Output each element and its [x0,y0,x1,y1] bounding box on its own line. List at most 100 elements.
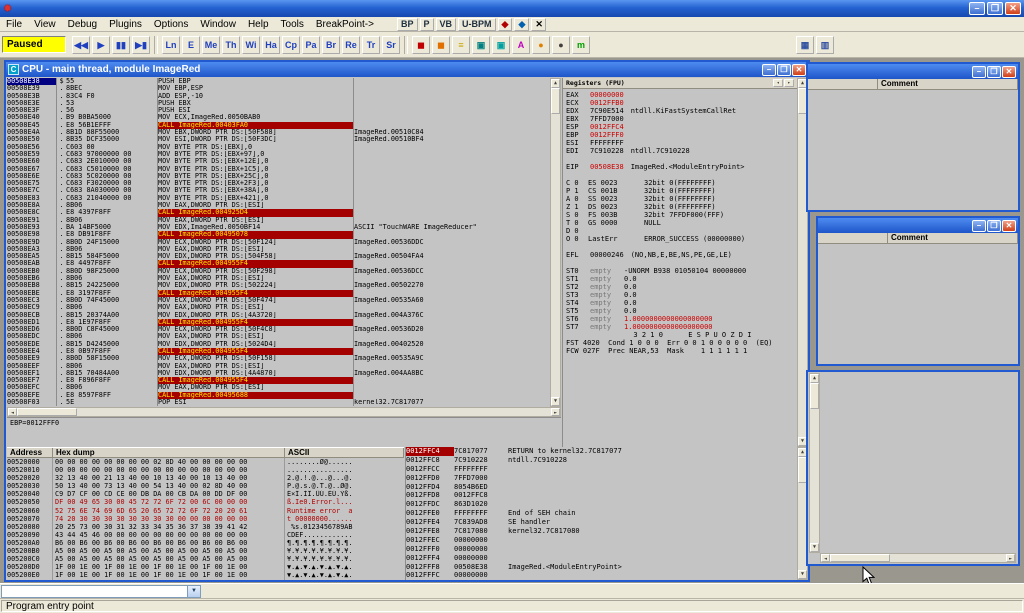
register-row[interactable]: ESP0012FFC4 [566,123,794,131]
tool-2-button[interactable]: ▣ [492,36,510,54]
disasm-row[interactable]: 00508EFE.E8 8597F8FFCALL ImageRed.004956… [7,392,550,399]
dump-row[interactable]: 0052000000 00 00 00 00 00 00 00 02 8D 40… [7,458,404,466]
restart-button[interactable]: ◀◀ [72,36,90,54]
disasm-row[interactable]: 00508E45.E8 56B1EFFFCALL ImageRed.00403F… [7,122,550,129]
windows-button[interactable]: Wi [242,36,260,54]
stack-row[interactable]: 0012FFCCFFFFFFFF [406,465,797,474]
disasm-row[interactable]: 00508E40.B9 B0BA5000MOV ECX,ImageRed.005… [7,114,550,121]
comment-window-2-body[interactable] [818,244,1018,364]
hex-dump-pane[interactable]: 0052000000 00 00 00 00 00 00 00 02 8D 40… [7,458,404,580]
fpu-register-row[interactable]: ST5empty0.0 [566,307,794,315]
disasm-row[interactable]: 00508EAB.E8 4497F8FFCALL ImageRed.004955… [7,260,550,267]
scroll-down-icon[interactable]: ▼ [810,543,819,552]
flag-row[interactable]: S 0FS 003B32bit 7FFDF000(FFF) [566,211,794,219]
title-bar[interactable]: ✹ –❒✕ [0,0,1024,17]
scroll-up-icon[interactable]: ▲ [551,79,560,88]
menu-button-bp[interactable]: BP [397,18,418,31]
disasm-row[interactable]: 00508EF1.8B15 70484A00MOV EDX,DWORD PTR … [7,370,550,377]
stack-row[interactable]: 0012FFF000000000 [406,545,797,554]
minimize-button[interactable]: – [972,220,986,232]
breakpoints-button[interactable]: Br [322,36,340,54]
flag-row[interactable]: Z 1DS 002332bit 0(FFFFFFFF) [566,203,794,211]
register-row[interactable]: ECX0012FFB0 [566,99,794,107]
dump-row[interactable]: 005200B0A5 00 A5 00 A5 00 A5 00 A5 00 A5… [7,547,404,555]
menu-button-p[interactable]: P [420,18,434,31]
disassembly-pane[interactable]: 00508E38$55PUSH EBP00508E39.8BECMOV EBP,… [7,78,550,407]
menu-button-vb[interactable]: VB [436,18,457,31]
patches-button[interactable]: Pa [302,36,320,54]
dump-row[interactable]: 005200F01F 00 1E 00 1F 00 1E 00 1F 00 1E… [7,579,404,580]
flag-row[interactable]: A 0SS 002332bit 0(FFFFFFFF) [566,195,794,203]
register-row[interactable]: ESIFFFFFFFF [566,139,794,147]
disasm-row[interactable]: 00508E8C.E8 4397F8FFCALL ImageRed.004925… [7,209,550,216]
disasm-row[interactable]: 00508E50.8B35 DCF35000MOV ESI,DWORD PTR … [7,136,550,143]
disasm-row[interactable]: 00508F03.5EPOP ESIkernel32.7C817077 [7,399,550,406]
disassembly-horizontal-scrollbar[interactable]: ◄ ► [7,407,561,417]
scroll-up-icon[interactable]: ▲ [810,374,819,383]
dump-row[interactable]: 0052006052 75 6E 74 69 6D 65 20 65 72 72… [7,507,404,515]
scrollbar-thumb[interactable] [551,88,560,114]
disasm-row[interactable]: 00508EBE.E8 3197F8FFCALL ImageRed.004955… [7,290,550,297]
scrollbar-thumb[interactable] [17,408,77,416]
menu-button-u-bpm[interactable]: U-BPM [458,18,496,31]
scroll-left-icon[interactable]: ◄ [821,554,830,562]
disasm-row[interactable]: 00508E9D.8B0D 24F15000MOV ECX,DWORD PTR … [7,239,550,246]
step-into-button[interactable]: ▶▮ [132,36,150,54]
disasm-row[interactable]: 00508E60.C683 2E010000 00MOV BYTE PTR DS… [7,158,550,165]
close-button[interactable]: ✕ [1005,2,1021,15]
minimize-button[interactable]: – [762,64,776,76]
flag-row[interactable]: C 0ES 002332bit 0(FFFFFFFF) [566,179,794,187]
tool-3-button[interactable]: ● [532,36,550,54]
options-button[interactable]: ≡ [452,36,470,54]
disasm-row[interactable]: 00508EA5.8B15 584F5000MOV EDX,DWORD PTR … [7,253,550,260]
memory-map-button[interactable]: Me [202,36,220,54]
dump-row[interactable]: 0052003050 13 40 00 73 13 40 00 54 13 40… [7,482,404,490]
command-combo-box[interactable]: ▼ [1,585,201,598]
disasm-row[interactable]: 00508E4A.8B1D 88F55000MOV EBX,DWORD PTR … [7,129,550,136]
menu-item-help[interactable]: Help [242,17,275,32]
tool-4-button[interactable]: ● [552,36,570,54]
disassembly-vertical-scrollbar[interactable]: ▲ ▼ [550,78,561,407]
fpu-register-row[interactable]: ST4empty0.0 [566,299,794,307]
disasm-row[interactable]: 00508EEF.8B06MOV EAX,DWORD PTR DS:[ESI] [7,363,550,370]
fpu-register-row[interactable]: ST2empty0.0 [566,283,794,291]
fpu-register-row[interactable]: ST0empty-UNORM B938 01050104 00000000 [566,267,794,275]
patch-tool-button[interactable]: ◼ [432,36,450,54]
menu-item-breakpoint[interactable]: BreakPoint-> [310,17,380,32]
scrollbar-track[interactable] [551,88,560,397]
command-combo-value[interactable] [2,586,187,597]
disasm-row[interactable]: 00508EB6.8B06MOV EAX,DWORD PTR DS:[ESI] [7,275,550,282]
barrier-button[interactable]: ◼ [412,36,430,54]
disasm-row[interactable]: 00508EB8.8B15 24225000MOV EDX,DWORD PTR … [7,282,550,289]
maximize-button[interactable]: ❒ [987,2,1003,15]
comment-column-header[interactable]: Comment [888,233,1018,243]
disasm-row[interactable]: 00508E8A.8B06MOV EAX,DWORD PTR DS:[ESI] [7,202,550,209]
scroll-down-icon[interactable]: ▼ [551,397,560,406]
close-button[interactable]: ✕ [792,64,806,76]
disasm-row[interactable]: 00508EF7.E8 F896F8FFCALL ImageRed.004955… [7,377,550,384]
stack-row[interactable]: 0012FFE47C839AD8SE handler [406,518,797,527]
menu-item-options[interactable]: Options [148,17,194,32]
disasm-row[interactable]: 00508E67.C683 C5010000 00MOV BYTE PTR DS… [7,166,550,173]
flag-row[interactable]: P 1CS 001B32bit 0(FFFFFFFF) [566,187,794,195]
tool-1-button[interactable]: ▣ [472,36,490,54]
stack-row[interactable]: 0012FFF400000000 [406,554,797,563]
dump-row[interactable]: 005200D01F 00 1E 00 1F 00 1E 00 1F 00 1E… [7,563,404,571]
blank-column-header[interactable] [808,79,878,89]
disasm-row[interactable]: 00508E93.BA 14BF5000MOV EDX,ImageRed.005… [7,224,550,231]
stack-row[interactable]: 0012FFD07FFD7000 [406,474,797,483]
minimize-button[interactable]: – [969,2,985,15]
log-window-button[interactable]: Ln [162,36,180,54]
maximize-button[interactable]: ❒ [987,220,1001,232]
disasm-row[interactable]: 00508E39.8BECMOV EBP,ESP [7,85,550,92]
menu-item-tools[interactable]: Tools [275,17,310,32]
references-button[interactable]: Re [342,36,360,54]
close-button[interactable]: ✕ [1002,220,1016,232]
handles-button[interactable]: Ha [262,36,280,54]
disasm-row[interactable]: 00508E3B.83C4 F0ADD ESP,-10 [7,93,550,100]
minimize-button[interactable]: – [972,66,986,78]
stack-row[interactable]: 0012FFC87C910228ntdll.7C910228 [406,456,797,465]
tool-5-button[interactable]: m [572,36,590,54]
run-button[interactable]: ▶ [92,36,110,54]
disasm-row[interactable]: 00508EDC.8B06MOV EAX,DWORD PTR DS:[ESI] [7,333,550,340]
